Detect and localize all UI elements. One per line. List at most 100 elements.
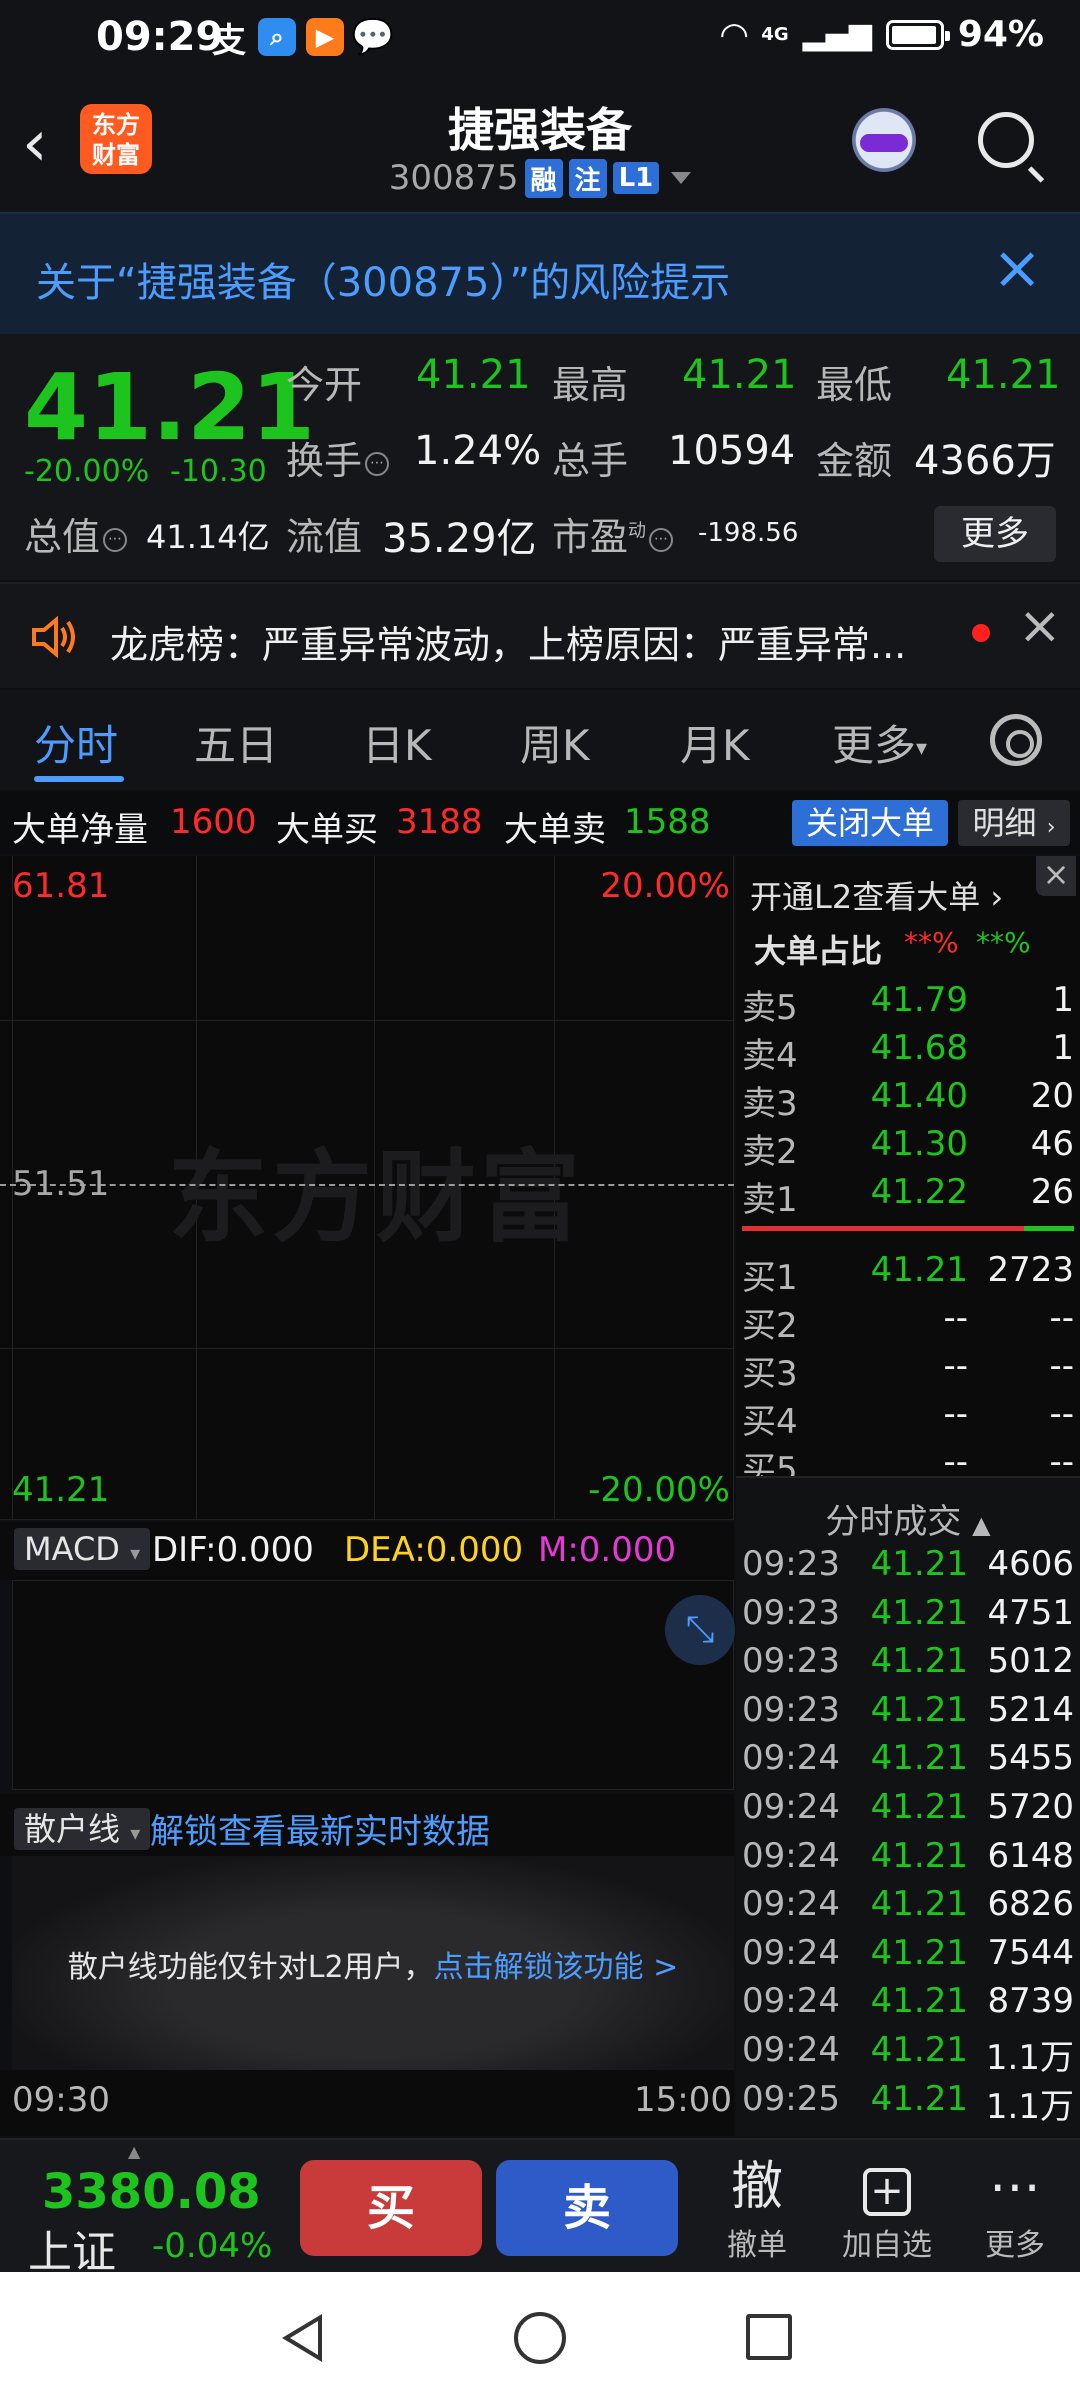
- status-bar: 09:29 支 ⌕ ▶ 💬 ◠ 4G ▂▄▆ 94%: [0, 0, 1080, 76]
- add-watchlist-button[interactable]: + 加自选: [832, 2158, 942, 2264]
- bid-row-4[interactable]: 买4 -- --: [736, 1394, 1080, 1442]
- quote-panel: 41.21 -20.00% -10.30 今开 41.21 最高 41.21 最…: [0, 334, 1080, 580]
- close-icon[interactable]: ×: [992, 238, 1042, 298]
- index-value[interactable]: 3380.08: [42, 2164, 261, 2220]
- buy-button[interactable]: 买: [300, 2160, 482, 2256]
- trade-time: 09:24: [742, 2030, 840, 2070]
- ask-price: 41.22: [870, 1172, 968, 1212]
- macd-selector[interactable]: MACD ▾: [14, 1528, 151, 1570]
- open-label: 今开: [286, 363, 363, 407]
- close-big-order-button[interactable]: 关闭大单: [792, 800, 948, 846]
- trade-row: 09:24 41.21 8739: [736, 1981, 1080, 2029]
- ask-row-1[interactable]: 卖1 41.22 26: [736, 1172, 1080, 1220]
- bid-row-3[interactable]: 买3 -- --: [736, 1346, 1080, 1394]
- ratio-red: **%: [904, 926, 959, 959]
- bid-price: --: [943, 1346, 968, 1386]
- info-icon[interactable]: ⋯: [103, 527, 128, 552]
- tab-more[interactable]: 更多▾: [832, 712, 927, 773]
- l2-link[interactable]: 开通L2查看大单 ›: [750, 872, 1003, 918]
- bid-row-1[interactable]: 买1 41.21 2723: [736, 1250, 1080, 1298]
- gear-icon[interactable]: [990, 714, 1042, 766]
- axis-start-time: 09:30: [12, 2080, 110, 2120]
- retail-locked-message: 散户线功能仅针对L2用户，点击解锁该功能 >: [12, 1942, 734, 1986]
- tab-intraday[interactable]: 分时: [34, 712, 118, 773]
- bid-label: 买3: [742, 1354, 798, 1394]
- tab-five-day[interactable]: 五日: [194, 712, 278, 773]
- ask-row-4[interactable]: 卖4 41.68 1: [736, 1028, 1080, 1076]
- nav-home-icon[interactable]: [514, 2312, 566, 2364]
- grid-line: [0, 1519, 734, 1520]
- cancel-order-button[interactable]: 撤 撤单: [702, 2158, 812, 2264]
- mktcap-label: 总值 ⋯: [24, 506, 130, 561]
- stock-header: ‹ 东方 财富 捷强装备 300875 融 注 L1: [0, 76, 1080, 212]
- ask-row-2[interactable]: 卖2 41.30 46: [736, 1124, 1080, 1172]
- detail-button[interactable]: 明细 ›: [958, 800, 1070, 846]
- big-buy-label: 大单买: [276, 810, 378, 850]
- alipay-icon: 支: [212, 20, 246, 61]
- detail-button-label: 明细: [972, 804, 1037, 842]
- unread-dot: [972, 624, 990, 642]
- ask-row-3[interactable]: 卖3 41.40 20: [736, 1076, 1080, 1124]
- watch-label: 加自选: [842, 2228, 932, 2263]
- ask-label: 卖5: [742, 988, 798, 1028]
- chevron-down-icon[interactable]: [671, 172, 692, 184]
- sell-button[interactable]: 卖: [496, 2160, 678, 2256]
- level1-tag: L1: [612, 162, 660, 194]
- trade-price: 41.21: [870, 2030, 968, 2070]
- open-value: 41.21: [416, 352, 531, 398]
- trade-volume: 7544: [987, 1932, 1074, 1973]
- risk-banner[interactable]: 关于“捷强装备（300875）”的风险提示 ×: [0, 212, 1080, 334]
- risk-text[interactable]: 关于“捷强装备（300875）”的风险提示: [36, 250, 730, 308]
- trade-volume: 6148: [987, 1835, 1074, 1876]
- trade-price: 41.21: [870, 1835, 968, 1876]
- bid-row-2[interactable]: 买2 -- --: [736, 1298, 1080, 1346]
- info-icon[interactable]: ⋯: [365, 451, 390, 476]
- bid-price: --: [943, 1394, 968, 1434]
- trade-row: 09:25 41.21 1.1万: [736, 2079, 1080, 2127]
- active-tab-indicator: [34, 776, 124, 782]
- more-dots-icon: ⋯: [989, 2157, 1041, 2217]
- unlock-realtime-link[interactable]: 解锁查看最新实时数据: [150, 1804, 490, 1853]
- ask-label: 卖2: [742, 1132, 798, 1172]
- ask-price: 41.68: [870, 1028, 968, 1068]
- ask-row-5[interactable]: 卖5 41.79 1: [736, 980, 1080, 1028]
- notice-text[interactable]: 龙虎榜：严重异常波动，上榜原因：严重异常...: [110, 614, 906, 669]
- ask-label: 卖4: [742, 1036, 798, 1076]
- more-button[interactable]: 更多: [934, 506, 1056, 562]
- expand-icon[interactable]: ⤡: [665, 1595, 735, 1665]
- high-value: 41.21: [682, 352, 797, 398]
- trade-time: 09:24: [742, 1981, 840, 2022]
- stock-code: 300875: [388, 158, 519, 198]
- close-icon[interactable]: ×: [1018, 600, 1062, 652]
- index-name[interactable]: 上证: [28, 2216, 116, 2280]
- more-actions-button[interactable]: ⋯ 更多: [960, 2158, 1070, 2264]
- nav-back-icon[interactable]: [282, 2314, 322, 2362]
- intraday-chart[interactable]: 东方财富 61.81 20.00% 51.51 41.21 -20.00%: [0, 856, 734, 1520]
- trades-header[interactable]: 分时成交 ▲: [736, 1494, 1080, 1543]
- nav-recents-icon[interactable]: [746, 2314, 792, 2360]
- tab-weekly-k[interactable]: 周K: [520, 712, 590, 773]
- high-label: 最高: [552, 363, 629, 407]
- signal-icon: ▂▄▆: [802, 17, 872, 52]
- close-icon[interactable]: ×: [1036, 856, 1076, 896]
- tab-monthly-k[interactable]: 月K: [680, 712, 750, 773]
- tab-more-label: 更多: [832, 721, 917, 770]
- trade-volume: 5720: [987, 1787, 1074, 1827]
- ask-volume: 20: [1030, 1076, 1074, 1116]
- tab-daily-k[interactable]: 日K: [362, 712, 432, 773]
- cancel-icon: 撤: [730, 2157, 783, 2217]
- trade-price: 41.21: [870, 2078, 968, 2119]
- trade-price: 41.21: [870, 1738, 968, 1779]
- macd-pane[interactable]: ⤡: [12, 1580, 735, 1790]
- info-icon[interactable]: ⋯: [649, 527, 674, 552]
- robot-assistant-icon[interactable]: [842, 104, 926, 184]
- index-change[interactable]: -0.04%: [152, 2226, 272, 2266]
- plus-box-icon: +: [832, 2158, 942, 2216]
- retail-selector[interactable]: 散户线 ▾: [14, 1804, 151, 1850]
- unlock-feature-link[interactable]: 点击解锁该功能 >: [434, 1950, 679, 1985]
- ask-label: 卖1: [742, 1180, 798, 1220]
- search-icon[interactable]: [978, 112, 1034, 168]
- dragon-tiger-notice[interactable]: 龙虎榜：严重异常波动，上榜原因：严重异常...: [0, 582, 1080, 688]
- tick-trades-panel[interactable]: 分时成交 ▲ 09:23 41.21 4606 09:23 41.21 4751 09:23…: [736, 1476, 1080, 2136]
- caret-up-icon: ▲: [128, 2142, 141, 2161]
